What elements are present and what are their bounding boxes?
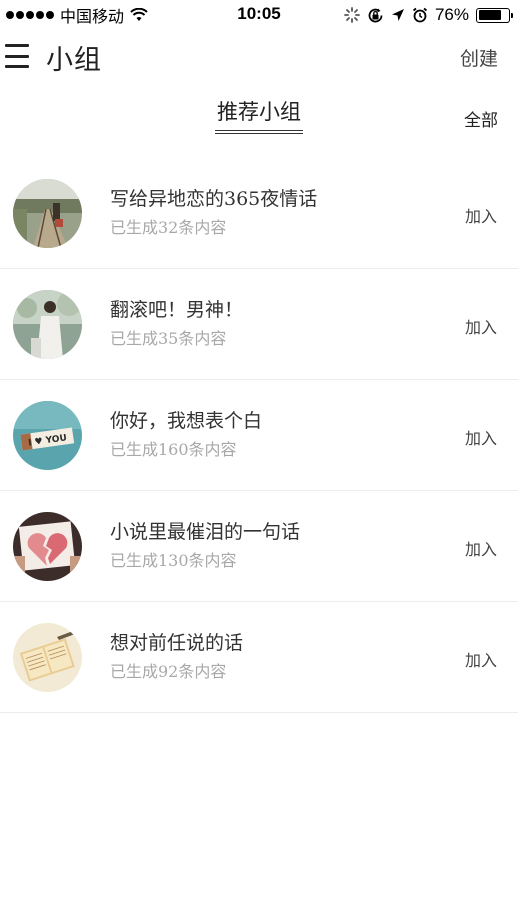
join-button[interactable]: 加入 xyxy=(465,425,497,449)
activity-spinner-icon xyxy=(344,7,360,23)
join-button[interactable]: 加入 xyxy=(465,203,497,227)
list-item[interactable]: I ♥ YOU 你好，我想表个白 已生成160条内容 加入 xyxy=(0,380,518,491)
rotation-lock-icon xyxy=(368,8,383,22)
list-item[interactable]: 小说里最催泪的一句话 已生成130条内容 加入 xyxy=(0,491,518,602)
join-button[interactable]: 加入 xyxy=(465,314,497,338)
group-avatar[interactable] xyxy=(13,290,82,359)
group-count: 已生成160条内容 xyxy=(110,440,237,459)
page-title: 小组 xyxy=(46,45,102,76)
alarm-icon xyxy=(412,7,428,23)
broken-heart-photo xyxy=(13,512,82,581)
group-list: 写给异地恋的365夜情话 已生成32条内容 加入 翻滚吧！男神！ 已生成35条内… xyxy=(0,158,518,713)
section-title: 推荐小组 xyxy=(0,96,518,134)
section-title-label: 推荐小组 xyxy=(215,96,303,134)
group-count: 已生成32条内容 xyxy=(110,218,227,237)
group-avatar[interactable] xyxy=(13,512,82,581)
group-count: 已生成92条内容 xyxy=(110,662,227,681)
battery-level-fill xyxy=(478,10,501,20)
list-item[interactable]: 写给异地恋的365夜情话 已生成32条内容 加入 xyxy=(0,158,518,269)
group-name[interactable]: 你好，我想表个白 xyxy=(110,406,262,433)
menu-icon[interactable] xyxy=(5,42,29,70)
group-avatar[interactable]: I ♥ YOU xyxy=(13,401,82,470)
section-header: 推荐小组 全部 xyxy=(0,86,518,146)
i-love-you-sign-photo: I ♥ YOU xyxy=(13,401,82,470)
all-groups-link[interactable]: 全部 xyxy=(464,106,498,131)
battery-percent: 76% xyxy=(434,5,469,24)
group-name[interactable]: 想对前任说的话 xyxy=(110,628,243,655)
list-item[interactable]: 翻滚吧！男神！ 已生成35条内容 加入 xyxy=(0,269,518,380)
nav-bar: 小组 创建 xyxy=(0,30,518,86)
group-name[interactable]: 翻滚吧！男神！ xyxy=(110,295,243,322)
battery-icon xyxy=(476,7,513,23)
create-button[interactable]: 创建 xyxy=(460,44,498,71)
railway-photo xyxy=(13,179,82,248)
group-name[interactable]: 写给异地恋的365夜情话 xyxy=(110,184,317,211)
join-button[interactable]: 加入 xyxy=(465,536,497,560)
group-count: 已生成130条内容 xyxy=(110,551,237,570)
group-count: 已生成35条内容 xyxy=(110,329,227,348)
location-arrow-icon xyxy=(391,8,404,21)
list-item[interactable]: 想对前任说的话 已生成92条内容 加入 xyxy=(0,602,518,713)
status-bar: 中国移动 10:05 76% xyxy=(0,0,518,30)
group-name[interactable]: 小说里最催泪的一句话 xyxy=(110,517,300,544)
group-avatar[interactable] xyxy=(13,179,82,248)
person-in-white-photo xyxy=(13,290,82,359)
join-button[interactable]: 加入 xyxy=(465,647,497,671)
open-notebook-photo xyxy=(13,623,82,692)
status-right: 76% xyxy=(344,4,513,26)
group-avatar[interactable] xyxy=(13,623,82,692)
